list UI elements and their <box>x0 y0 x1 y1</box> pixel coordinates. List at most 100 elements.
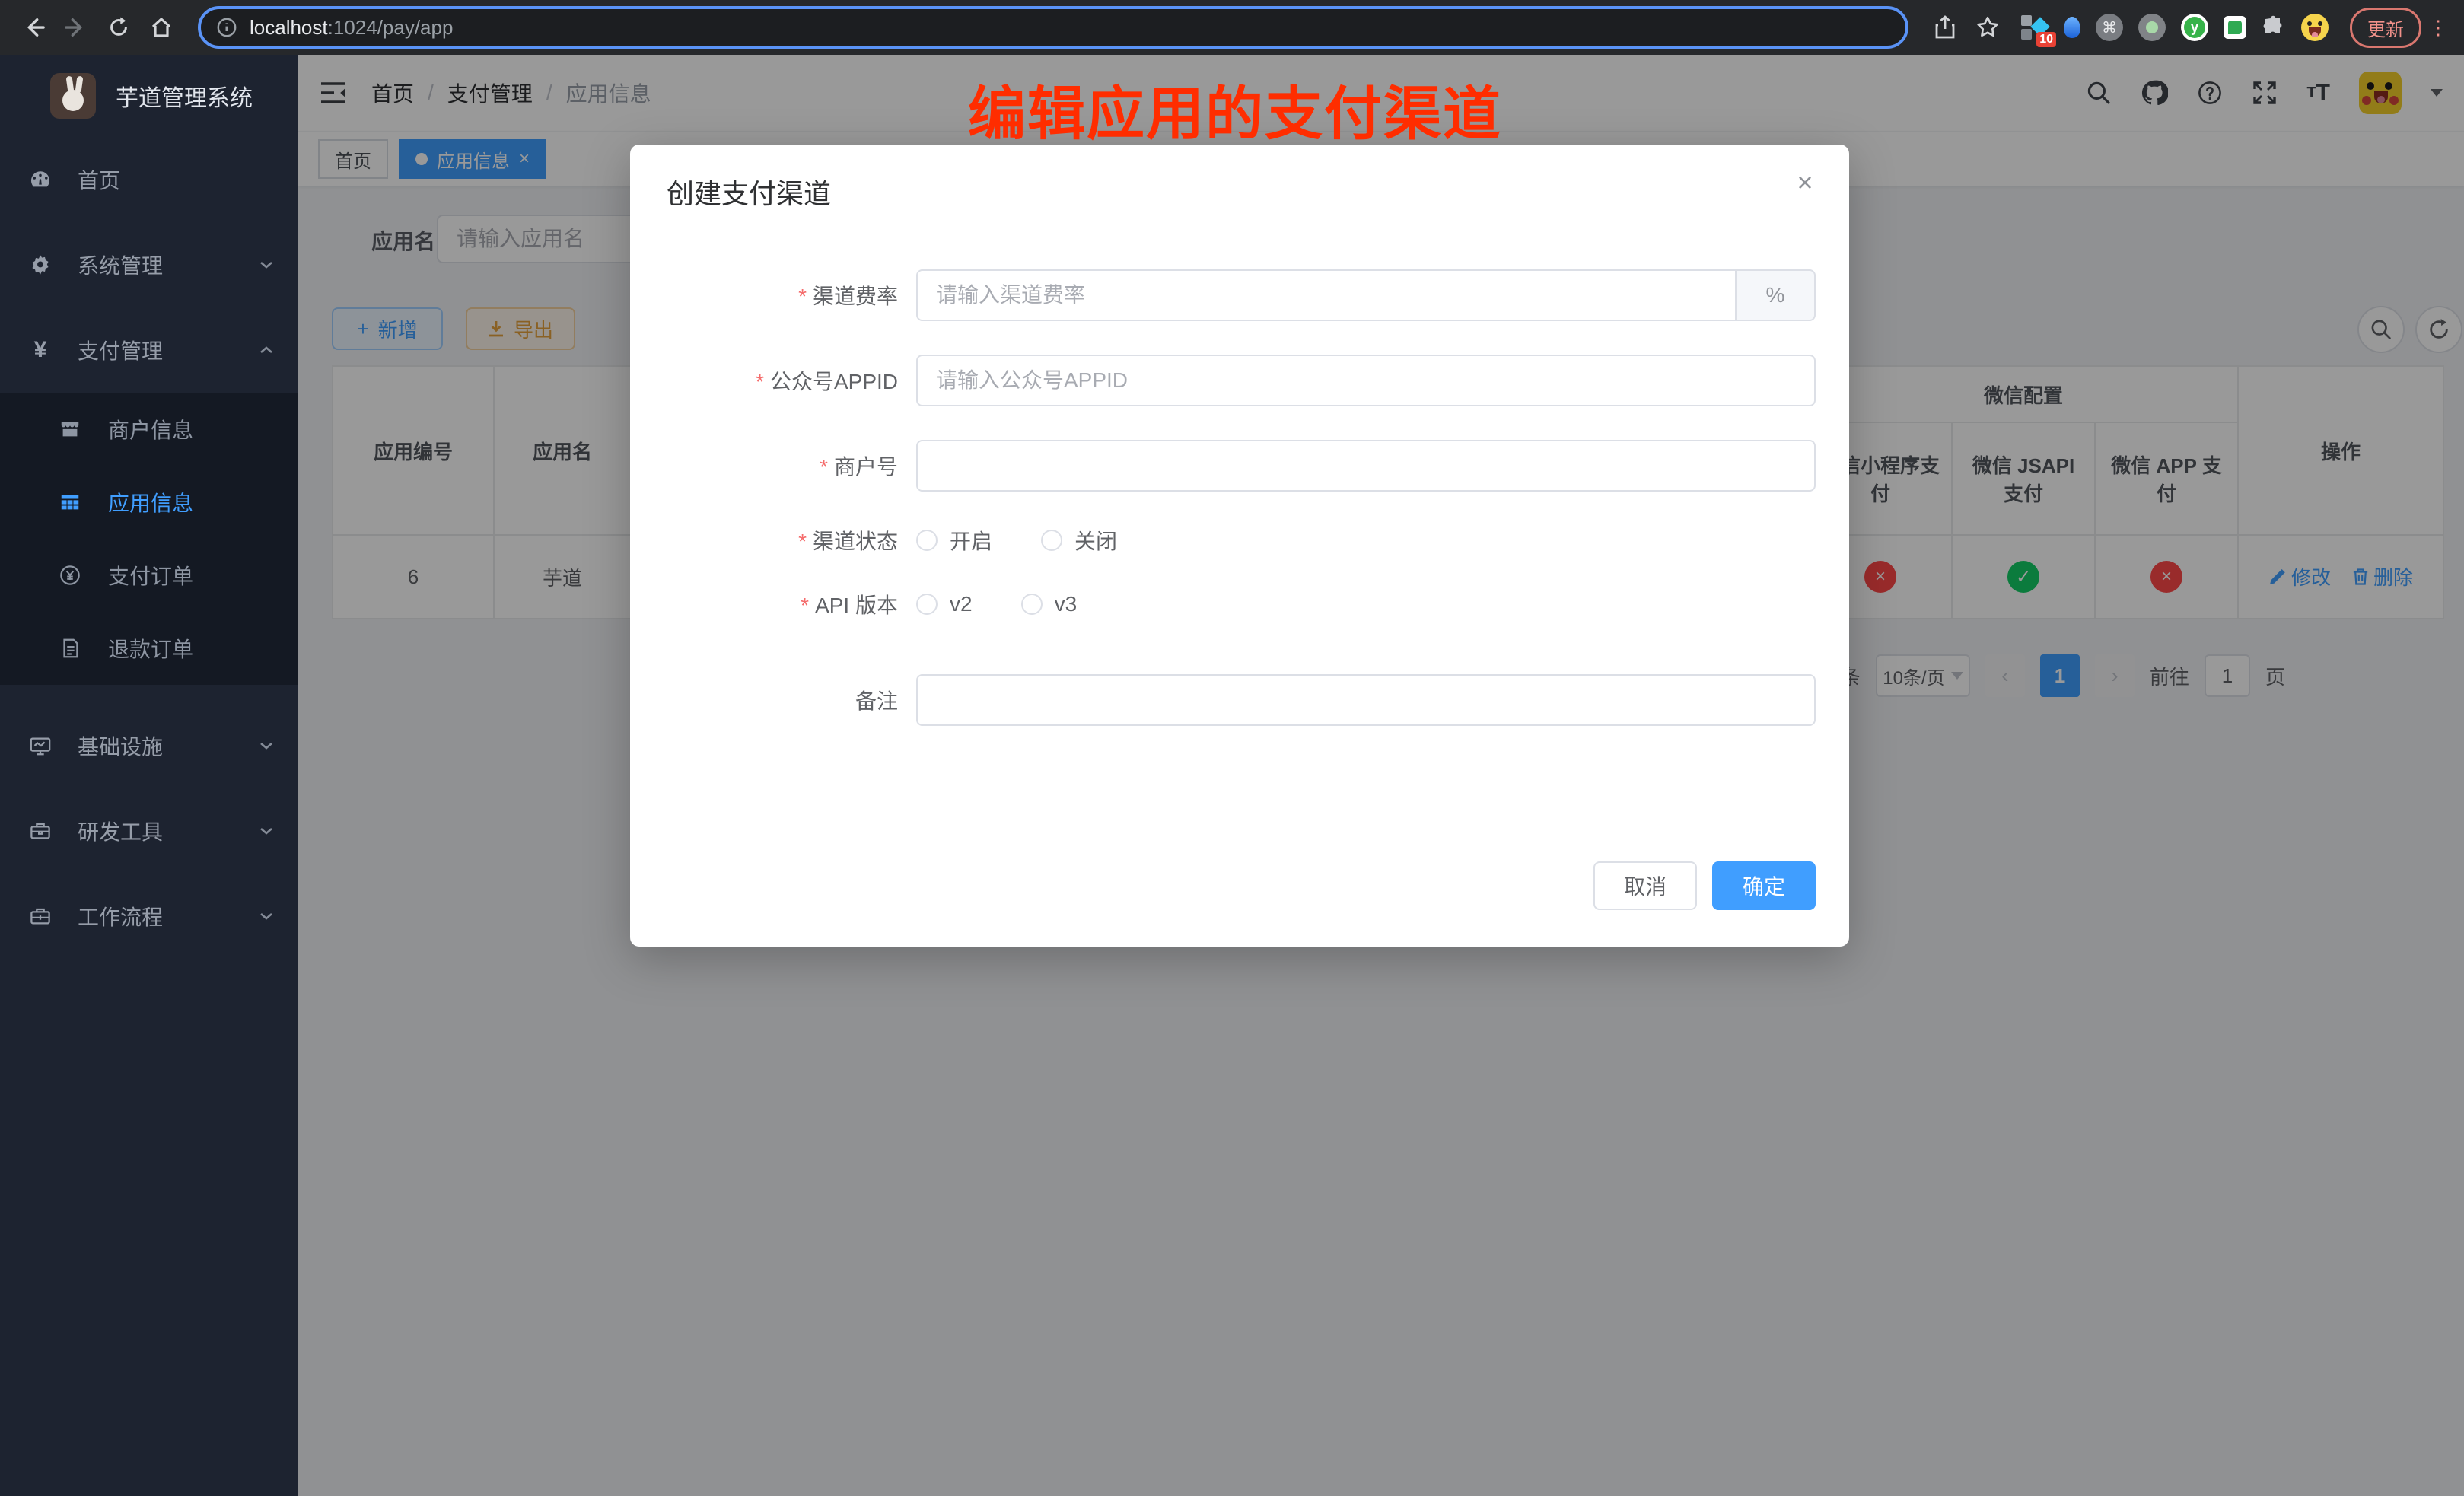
api-v2-radio[interactable]: v2 <box>916 592 973 616</box>
reload-icon[interactable] <box>100 9 137 46</box>
required-mark: * <box>798 530 807 553</box>
share-icon[interactable] <box>1927 9 1963 46</box>
sidebar-item-label: 应用信息 <box>108 487 193 517</box>
toolbox-icon <box>27 820 53 842</box>
chevron-down-icon <box>259 738 274 753</box>
appid-input[interactable] <box>916 355 1816 406</box>
extension-badge: 10 <box>2036 32 2056 47</box>
radio-circle-icon <box>916 594 938 615</box>
form-row-rate: *渠道费率 % <box>667 269 1816 321</box>
radio-circle-icon <box>1041 530 1062 551</box>
appid-label: *公众号APPID <box>667 365 916 396</box>
chevron-down-icon <box>259 909 274 924</box>
extensions-cluster: 10 ⌘ y <box>2021 14 2329 41</box>
mch-label: *商户号 <box>667 450 916 481</box>
chevron-down-icon <box>259 823 274 839</box>
shop-icon <box>58 418 82 441</box>
form-row-appid: *公众号APPID <box>667 355 1816 406</box>
form-row-remark: 备注 <box>667 674 1816 726</box>
back-icon[interactable] <box>15 9 52 46</box>
radio-circle-icon <box>916 530 938 551</box>
app-root: localhost:1024/pay/app 10 ⌘ y 更新 ⋮ <box>0 0 2464 1496</box>
sidebar-item-label: 商户信息 <box>108 414 193 444</box>
chevron-down-icon <box>259 257 274 272</box>
app-title: 芋道管理系统 <box>116 79 253 113</box>
logo-rabbit-icon <box>50 73 96 119</box>
required-mark: * <box>798 285 807 308</box>
browser-menu-icon[interactable]: ⋮ <box>2427 16 2449 40</box>
dialog-form: *渠道费率 % *公众号APPID *商户号 *渠道状态 开启 <box>667 269 1816 759</box>
extension-diamond-icon[interactable]: 10 <box>2021 14 2049 41</box>
api-v3-radio[interactable]: v3 <box>1021 592 1078 616</box>
sidebar-item-workflow[interactable]: 工作流程 <box>0 874 298 959</box>
sidebar-item-label: 基础设施 <box>78 730 163 761</box>
grid-icon <box>58 491 82 514</box>
bookmark-star-icon[interactable] <box>1969 9 2006 46</box>
status-open-radio[interactable]: 开启 <box>916 525 992 555</box>
sidebar-item-infra[interactable]: 基础设施 <box>0 703 298 788</box>
sidebar-submenu-pay: 商户信息 应用信息 支付订单 退款订单 <box>0 393 298 685</box>
sidebar-item-label: 系统管理 <box>78 250 163 280</box>
url-text: localhost:1024/pay/app <box>250 16 453 40</box>
remark-label: 备注 <box>667 685 916 715</box>
radio-circle-icon <box>1021 594 1043 615</box>
browser-toolbar: localhost:1024/pay/app 10 ⌘ y 更新 ⋮ <box>0 0 2464 55</box>
status-label: *渠道状态 <box>667 525 916 555</box>
gear-icon <box>27 253 53 276</box>
site-info-icon[interactable] <box>216 17 237 38</box>
dialog-footer: 取消 确定 <box>1593 861 1816 910</box>
url-bar[interactable]: localhost:1024/pay/app <box>198 6 1908 49</box>
cancel-button[interactable]: 取消 <box>1593 861 1697 910</box>
required-mark: * <box>820 455 828 479</box>
briefcase-icon <box>27 905 53 928</box>
home-icon[interactable] <box>143 9 180 46</box>
sidebar-item-merchant-info[interactable]: 商户信息 <box>0 393 298 466</box>
sidebar-item-devtools[interactable]: 研发工具 <box>0 788 298 874</box>
sidebar: 芋道管理系统 首页 系统管理 ¥ 支付管理 <box>0 55 298 1496</box>
sidebar-item-refund-orders[interactable]: 退款订单 <box>0 612 298 685</box>
url-path: :1024/pay/app <box>328 16 454 39</box>
status-close-radio[interactable]: 关闭 <box>1041 525 1117 555</box>
extension-chat-icon[interactable] <box>2224 16 2246 39</box>
url-host: localhost <box>250 16 328 39</box>
mch-input[interactable] <box>916 440 1816 492</box>
pay-order-icon <box>58 564 82 587</box>
required-mark: * <box>756 370 764 393</box>
sidebar-item-label: 支付管理 <box>78 335 163 365</box>
required-mark: * <box>801 594 809 617</box>
extension-dot-icon[interactable] <box>2138 14 2166 41</box>
browser-update-button[interactable]: 更新 <box>2350 8 2421 48</box>
document-icon <box>58 637 82 660</box>
create-channel-dialog: 创建支付渠道 × *渠道费率 % *公众号APPID *商户号 <box>630 145 1849 947</box>
remark-input[interactable] <box>916 674 1816 726</box>
sidebar-item-home[interactable]: 首页 <box>0 137 298 222</box>
rate-label: *渠道费率 <box>667 280 916 310</box>
yen-icon: ¥ <box>27 337 53 363</box>
sidebar-item-app-info[interactable]: 应用信息 <box>0 466 298 539</box>
monitor-icon <box>27 734 53 757</box>
form-row-status: *渠道状态 开启 关闭 <box>667 525 1816 555</box>
sidebar-item-pay-orders[interactable]: 支付订单 <box>0 539 298 612</box>
sidebar-item-system[interactable]: 系统管理 <box>0 222 298 307</box>
rate-suffix: % <box>1737 269 1816 321</box>
extension-command-icon[interactable]: ⌘ <box>2096 14 2123 41</box>
extensions-puzzle-icon[interactable] <box>2262 15 2286 40</box>
sidebar-item-label: 支付订单 <box>108 560 193 590</box>
profile-emoji-avatar[interactable] <box>2301 14 2329 41</box>
dialog-close-icon[interactable]: × <box>1788 166 1822 199</box>
chevron-up-icon <box>259 342 274 358</box>
annotation-title: 编辑应用的支付渠道 <box>968 67 1502 151</box>
extension-balloon-icon[interactable] <box>2064 17 2080 38</box>
dialog-title: 创建支付渠道 <box>667 172 831 212</box>
form-row-api: *API 版本 v2 v3 <box>667 589 1816 619</box>
sidebar-item-label: 工作流程 <box>78 901 163 931</box>
extension-y-icon[interactable]: y <box>2181 14 2208 41</box>
dashboard-icon <box>27 167 53 192</box>
rate-input[interactable] <box>916 269 1737 321</box>
confirm-button[interactable]: 确定 <box>1712 861 1816 910</box>
sidebar-item-pay[interactable]: ¥ 支付管理 <box>0 307 298 393</box>
forward-icon[interactable] <box>58 9 94 46</box>
app-logo[interactable]: 芋道管理系统 <box>0 55 298 137</box>
form-row-mch: *商户号 <box>667 440 1816 492</box>
sidebar-item-label: 首页 <box>78 164 120 195</box>
